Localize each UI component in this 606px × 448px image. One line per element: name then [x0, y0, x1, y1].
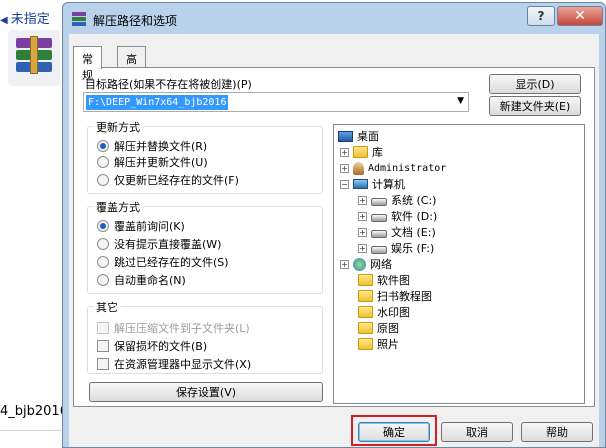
close-button[interactable]: ✕ — [557, 6, 603, 26]
titlebar[interactable]: 解压路径和选项 ? ✕ — [63, 3, 605, 33]
tree-node-drive-c[interactable]: + 系统 (C:) — [358, 192, 436, 208]
dest-path-combobox[interactable]: F:\DEEP_Win7x64_bjb2016 ▼ — [83, 92, 469, 112]
checkbox-icon — [97, 322, 109, 334]
radio-ask-before-overwrite[interactable]: 覆盖前询问(K) — [97, 218, 185, 234]
radio-icon — [97, 238, 109, 250]
radio-update-existing[interactable]: 仅更新已经存在的文件(F) — [97, 172, 239, 188]
check-show-in-explorer[interactable]: 在资源管理器中显示文件(X) — [97, 356, 251, 372]
update-mode-title: 更新方式 — [93, 119, 143, 135]
collapse-icon[interactable]: − — [340, 179, 349, 189]
folder-icon — [358, 306, 373, 318]
tab-advanced[interactable]: 高级 — [117, 46, 146, 82]
title-help-button[interactable]: ? — [527, 6, 555, 26]
tree-node-computer[interactable]: − 计算机 — [340, 176, 405, 192]
expand-icon[interactable]: + — [340, 259, 349, 269]
tree-node-software-pics[interactable]: 软件图 — [358, 272, 410, 288]
expand-icon[interactable]: + — [358, 243, 367, 253]
background-title: ◀ 未指定 — [0, 12, 50, 27]
expand-icon[interactable]: + — [340, 147, 349, 157]
drive-icon — [371, 214, 387, 222]
radio-icon — [97, 274, 109, 286]
radio-extract-replace[interactable]: 解压并替换文件(R) — [97, 138, 207, 154]
radio-extract-update[interactable]: 解压并更新文件(U) — [97, 154, 208, 170]
radio-icon — [97, 174, 109, 186]
help-button[interactable]: 帮助 — [521, 422, 593, 442]
network-icon — [353, 257, 366, 271]
dropdown-arrow-icon[interactable]: ▼ — [457, 96, 464, 106]
expand-icon[interactable]: + — [358, 195, 367, 205]
dialog-client: 常规 高级 目标路径(如果不存在将被创建)(P) F:\DEEP_Win7x64… — [69, 34, 599, 447]
tree-node-network[interactable]: + 网络 — [340, 256, 392, 272]
rar-belt — [30, 36, 38, 74]
overwrite-mode-title: 覆盖方式 — [93, 199, 143, 215]
cancel-button[interactable]: 取消 — [441, 422, 513, 442]
user-icon — [353, 161, 364, 175]
tree-node-original[interactable]: 原图 — [358, 320, 399, 336]
winrar-archive-icon[interactable] — [8, 30, 60, 86]
tab-general[interactable]: 常规 — [73, 46, 102, 82]
expand-icon[interactable]: + — [358, 211, 367, 221]
folder-icon — [358, 322, 373, 334]
tree-node-photos[interactable]: 照片 — [358, 336, 399, 352]
computer-icon — [353, 179, 368, 189]
radio-overwrite-without-prompt[interactable]: 没有提示直接覆盖(W) — [97, 236, 221, 252]
winrar-icon — [71, 11, 87, 27]
desktop-icon — [338, 130, 353, 142]
ok-button[interactable]: 确定 — [358, 422, 430, 442]
save-settings-button[interactable]: 保存设置(V) — [89, 382, 323, 402]
checkbox-icon — [97, 340, 109, 352]
show-button[interactable]: 显示(D) — [489, 74, 581, 94]
background-window: ◀ 未指定 4_bjb2016. — [0, 0, 72, 448]
check-keep-broken-files[interactable]: 保留损坏的文件(B) — [97, 338, 207, 354]
radio-icon — [97, 156, 109, 168]
close-icon: ✕ — [574, 8, 586, 24]
radio-auto-rename[interactable]: 自动重命名(N) — [97, 272, 186, 288]
folder-tree[interactable]: 桌面 + 库 + Administrator − 计算机 + 系统 (C:) + 软件 (… — [333, 124, 585, 404]
triangle-icon: ◀ — [0, 15, 8, 26]
button-bar — [69, 412, 599, 447]
new-folder-button[interactable]: 新建文件夹(E) — [489, 96, 581, 116]
drive-icon — [371, 230, 387, 238]
dest-path-value: F:\DEEP_Win7x64_bjb2016 — [86, 95, 229, 110]
expand-icon[interactable]: + — [358, 227, 367, 237]
expand-icon[interactable]: + — [340, 163, 349, 173]
misc-title: 其它 — [93, 299, 121, 315]
radio-skip-existing[interactable]: 跳过已经存在的文件(S) — [97, 254, 229, 270]
tree-node-administrator[interactable]: + Administrator — [340, 160, 446, 176]
tree-node-desktop[interactable]: 桌面 — [338, 128, 379, 144]
checkbox-icon — [97, 358, 109, 370]
tree-node-drive-d[interactable]: + 软件 (D:) — [358, 208, 437, 224]
tree-node-watermark[interactable]: 水印图 — [358, 304, 410, 320]
tree-node-scan-tutorial[interactable]: 扫书教程图 — [358, 288, 432, 304]
dest-path-label: 目标路径(如果不存在将被创建)(P) — [85, 78, 252, 91]
folder-icon — [358, 274, 373, 286]
radio-icon — [97, 140, 109, 152]
library-icon — [353, 146, 368, 158]
radio-icon — [97, 256, 109, 268]
radio-icon — [97, 220, 109, 232]
tree-node-drive-e[interactable]: + 文档 (E:) — [358, 224, 436, 240]
divider — [0, 430, 68, 431]
dialog-title: 解压路径和选项 — [93, 14, 178, 28]
folder-icon — [358, 338, 373, 350]
drive-icon — [371, 246, 387, 254]
folder-icon — [358, 290, 373, 302]
drive-icon — [371, 198, 387, 206]
extract-dialog: 解压路径和选项 ? ✕ 常规 高级 目标路径(如果不存在将被创建)(P) F:\… — [62, 2, 606, 448]
tree-node-drive-f[interactable]: + 娱乐 (F:) — [358, 240, 434, 256]
tree-node-library[interactable]: + 库 — [340, 144, 383, 160]
check-extract-to-subfolder[interactable]: 解压压缩文件到子文件夹(L) — [97, 320, 250, 336]
